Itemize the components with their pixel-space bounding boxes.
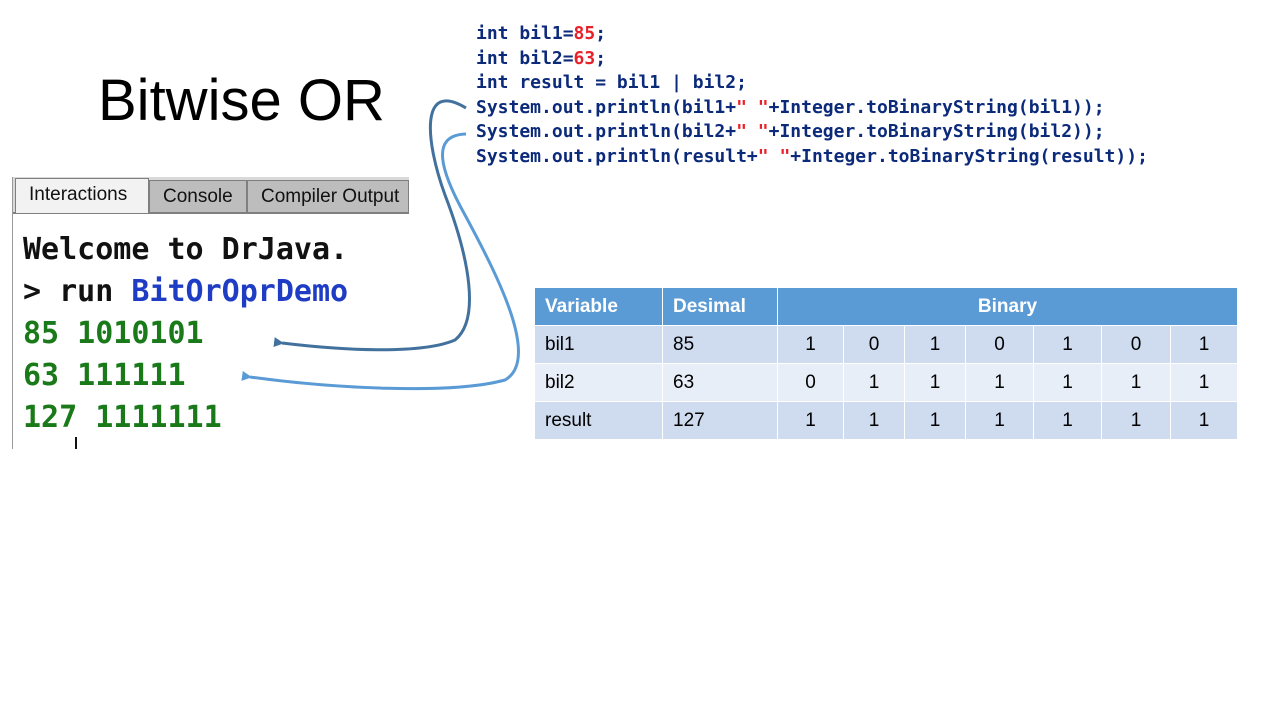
cell-bit: 1 [843,363,905,402]
cell-bit: 1 [843,401,905,440]
table-row: result 127 1 1 1 1 1 1 1 [534,401,1238,440]
welcome-line: Welcome to DrJava. [23,232,349,267]
cell-variable: bil1 [534,325,663,364]
drjava-interactions-panel: Interactions Console Compiler Output Wel… [12,177,409,449]
cell-bit: 0 [777,363,844,402]
tab-strip: Interactions Console Compiler Output [13,177,409,214]
cell-bit: 1 [1033,363,1102,402]
code-line-4: System.out.println(bil1+" "+Integer.toBi… [476,96,1105,118]
cell-decimal: 127 [662,401,778,440]
cell-bit: 0 [1101,325,1171,364]
cell-bit: 1 [965,363,1034,402]
run-command-line: > run BitOrOprDemo [23,274,349,309]
header-variable: Variable [534,287,663,326]
code-line-5: System.out.println(bil2+" "+Integer.toBi… [476,121,1105,142]
code-line-2: int bil2=63; [476,47,607,69]
cell-bit: 1 [1033,325,1102,364]
cell-variable: bil2 [534,363,663,402]
cell-bit: 1 [777,325,844,364]
table-header-row: Variable Desimal Binary [534,287,1238,326]
slide-title: Bitwise OR [98,68,385,133]
cell-bit: 1 [904,363,966,402]
code-line-6: System.out.println(result+" "+Integer.to… [476,145,1148,167]
cell-bit: 1 [1101,401,1171,440]
binary-table: Variable Desimal Binary bil1 85 1 0 1 0 … [534,287,1238,440]
code-line-3: int result = bil1 | bil2; [476,72,747,93]
header-binary: Binary [777,287,1238,326]
tab-console[interactable]: Console [149,180,247,212]
cell-bit: 1 [904,325,966,364]
text-cursor [75,437,77,449]
cell-bit: 1 [1101,363,1171,402]
interactions-output[interactable]: Welcome to DrJava. > run BitOrOprDemo 85 1… [23,229,348,439]
header-decimal: Desimal [662,287,778,326]
code-block: int bil1=85; int bil2=63; int result = bil… [476,22,1148,169]
cell-bit: 1 [1033,401,1102,440]
tab-compiler-output[interactable]: Compiler Output [247,180,409,212]
cell-bit: 0 [965,325,1034,364]
table-row: bil1 85 1 0 1 0 1 0 1 [534,325,1238,364]
output-line-2: 63 111111 [23,358,186,393]
tab-interactions[interactable]: Interactions [15,178,149,213]
code-line-1: int bil1=85; [476,23,607,44]
cell-bit: 0 [843,325,905,364]
cell-variable: result [534,401,663,440]
table-row: bil2 63 0 1 1 1 1 1 1 [534,363,1238,402]
cell-bit: 1 [777,401,844,440]
cell-bit: 1 [965,401,1034,440]
cell-decimal: 85 [662,325,778,364]
cell-decimal: 63 [662,363,778,402]
cell-bit: 1 [1170,401,1238,440]
output-line-1: 85 1010101 [23,316,204,351]
cell-bit: 1 [1170,363,1238,402]
cell-bit: 1 [904,401,966,440]
output-line-3: 127 1111111 [23,400,222,435]
cell-bit: 1 [1170,325,1238,364]
